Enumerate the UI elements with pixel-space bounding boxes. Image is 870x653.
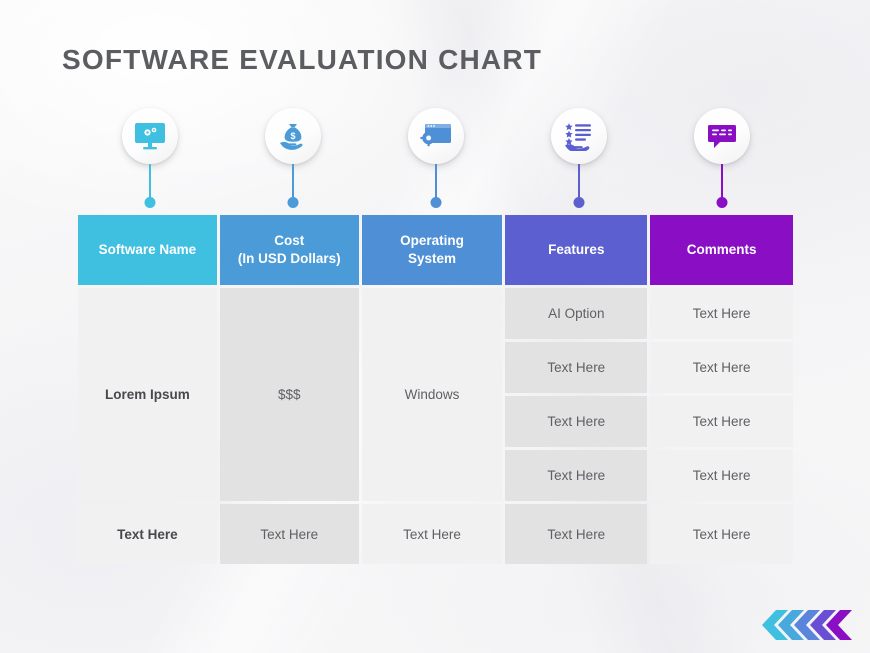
icon-badge-row: $	[78, 108, 793, 212]
monitor-gears-icon	[133, 121, 167, 151]
feature-item: AI Option	[505, 288, 648, 339]
feature-item: Text Here	[505, 342, 648, 393]
svg-text:$: $	[290, 131, 295, 141]
feature-item: Text Here	[505, 450, 648, 501]
connector-dot	[144, 197, 155, 208]
badge-software-name	[78, 108, 221, 212]
cell-features-list: AI Option Text Here Text Here Text Here	[505, 288, 648, 501]
cell-software-name: Lorem Ipsum	[78, 288, 217, 501]
column-header-cost: Cost (In USD Dollars)	[219, 215, 359, 285]
comment-item: Text Here	[650, 288, 793, 339]
badge-features	[507, 108, 650, 212]
connector-dot	[430, 197, 441, 208]
connector-dot	[573, 197, 584, 208]
cell-features: Text Here	[505, 504, 648, 564]
badge-circle: $	[264, 108, 321, 164]
badge-operating-system	[364, 108, 507, 212]
badge-circle	[407, 108, 464, 164]
comment-item: Text Here	[650, 396, 793, 447]
evaluation-table: Software Name Cost (In USD Dollars) Opera…	[78, 215, 793, 564]
comment-item: Text Here	[650, 342, 793, 393]
cell-comments: Text Here	[650, 504, 793, 564]
cell-software-name: Text Here	[78, 504, 217, 564]
feature-item: Text Here	[505, 396, 648, 447]
chevron-logo	[758, 608, 854, 642]
badge-circle	[121, 108, 178, 164]
speech-bubble-icon	[706, 122, 738, 150]
badge-comments	[650, 108, 793, 212]
cell-comments-list: Text Here Text Here Text Here Text Here	[650, 288, 793, 501]
cell-cost: Text Here	[219, 504, 359, 564]
column-header-comments: Comments	[650, 215, 793, 285]
column-header-software-name: Software Name	[78, 215, 217, 285]
badge-circle	[550, 108, 607, 164]
badge-cost: $	[221, 108, 364, 212]
cell-operating-system: Windows	[361, 288, 503, 501]
hand-rating-list-icon	[563, 121, 595, 151]
connector-dot	[716, 197, 727, 208]
table-row: Lorem Ipsum $$$ Windows AI Option Text H…	[78, 288, 793, 501]
window-gear-icon	[419, 122, 453, 150]
table-row: Text Here Text Here Text Here Text Here …	[78, 504, 793, 564]
page-title: SOFTWARE EVALUATION CHART	[62, 44, 543, 75]
comment-item: Text Here	[650, 450, 793, 501]
table-body: Lorem Ipsum $$$ Windows AI Option Text H…	[78, 288, 793, 564]
connector-dot	[287, 197, 298, 208]
column-header-operating-system: Operating System	[361, 215, 503, 285]
cell-operating-system: Text Here	[361, 504, 503, 564]
column-header-features: Features	[505, 215, 648, 285]
cell-cost: $$$	[219, 288, 359, 501]
table-header-row: Software Name Cost (In USD Dollars) Opera…	[78, 215, 793, 285]
badge-circle	[693, 108, 750, 164]
hand-money-bag-icon: $	[277, 121, 309, 151]
